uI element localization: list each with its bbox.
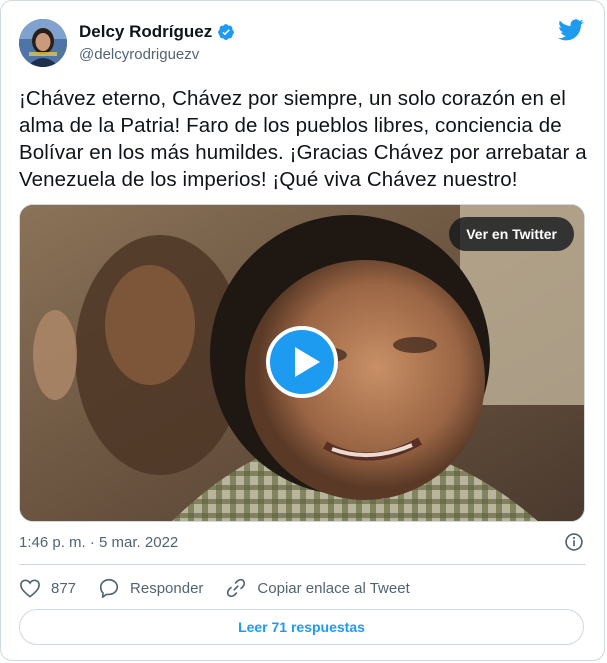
play-button[interactable] (266, 326, 338, 398)
tweet-header: Delcy Rodríguez @delcyrodriguezv (19, 19, 586, 71)
reply-action[interactable]: Responder (98, 577, 203, 599)
view-on-twitter-button[interactable]: Ver en Twitter (449, 217, 574, 251)
tweet-text: ¡Chávez eterno, Chávez por siempre, un s… (19, 87, 587, 191)
author-avatar[interactable] (19, 19, 67, 67)
play-icon (295, 347, 320, 377)
copy-link-action[interactable]: Copiar enlace al Tweet (225, 577, 410, 599)
tweet-video[interactable]: Ver en Twitter (19, 204, 585, 522)
tweet-embed-card: Delcy Rodríguez @delcyrodriguezv ¡Chávez… (0, 0, 605, 661)
verified-badge-icon (218, 24, 235, 40)
tweet-timestamp[interactable]: 1:46 p. m. · 5 mar. 2022 (19, 534, 178, 551)
like-action[interactable]: 877 (19, 578, 76, 598)
divider (19, 564, 586, 565)
info-icon[interactable] (564, 532, 584, 552)
copy-link-label: Copiar enlace al Tweet (257, 579, 410, 597)
avatar-photo-icon (19, 19, 67, 67)
reply-label: Responder (130, 579, 204, 597)
reply-bubble-icon (99, 578, 119, 598)
author-handle[interactable]: @delcyrodriguezv (79, 46, 235, 63)
tweet-actions: 877 Responder Copiar enlace al Tweet (19, 576, 432, 600)
link-icon (227, 578, 246, 598)
author-name-row: Delcy Rodríguez (79, 22, 235, 42)
heart-icon (20, 579, 40, 598)
twitter-bird-icon[interactable] (558, 19, 584, 41)
read-replies-button[interactable]: Leer 71 respuestas (19, 609, 584, 645)
like-count: 877 (51, 579, 77, 597)
author-names: Delcy Rodríguez @delcyrodriguezv (79, 22, 235, 63)
author-name[interactable]: Delcy Rodríguez (79, 22, 212, 42)
